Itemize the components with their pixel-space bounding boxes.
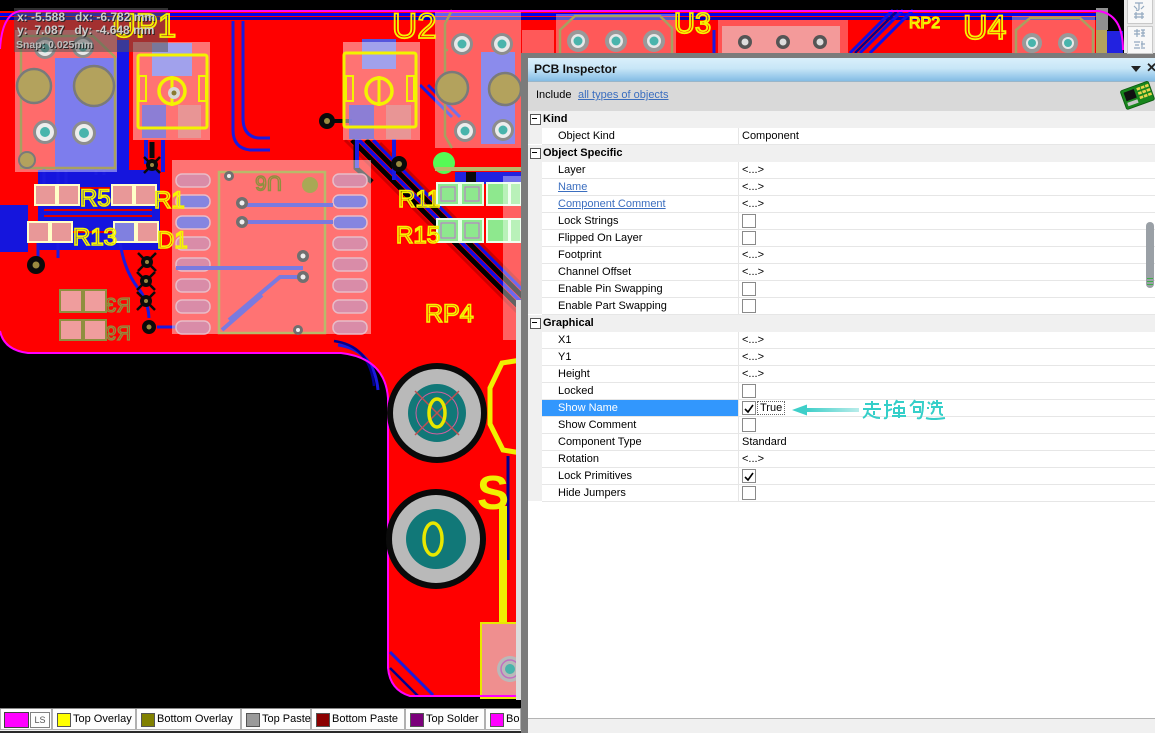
svg-text:y: 7.087 dy: -4.648 mm: y: 7.087 dy: -4.648 mm [17, 23, 154, 37]
svg-text:U4: U4 [963, 9, 1006, 47]
svg-text:D1: D1 [157, 227, 188, 254]
svg-text:R15: R15 [396, 222, 440, 249]
svg-text:R11: R11 [398, 186, 440, 213]
svg-text:Snap: 0.025mm: Snap: 0.025mm [16, 39, 93, 51]
svg-text:U6: U6 [255, 171, 282, 194]
svg-text:U2: U2 [392, 7, 437, 46]
svg-text:S: S [477, 467, 509, 520]
svg-text:x: -5.588 dx: -6.782 mm: x: -5.588 dx: -6.782 mm [17, 10, 155, 24]
svg-text:R13: R13 [73, 224, 117, 251]
svg-text:RP2: RP2 [909, 15, 940, 32]
svg-text:R1: R1 [154, 187, 185, 214]
svg-text:R5: R5 [80, 185, 111, 212]
svg-text:R3: R3 [105, 295, 131, 317]
svg-text:R9: R9 [105, 323, 131, 345]
svg-text:RP4: RP4 [425, 300, 474, 328]
svg-text:U3: U3 [674, 8, 711, 40]
